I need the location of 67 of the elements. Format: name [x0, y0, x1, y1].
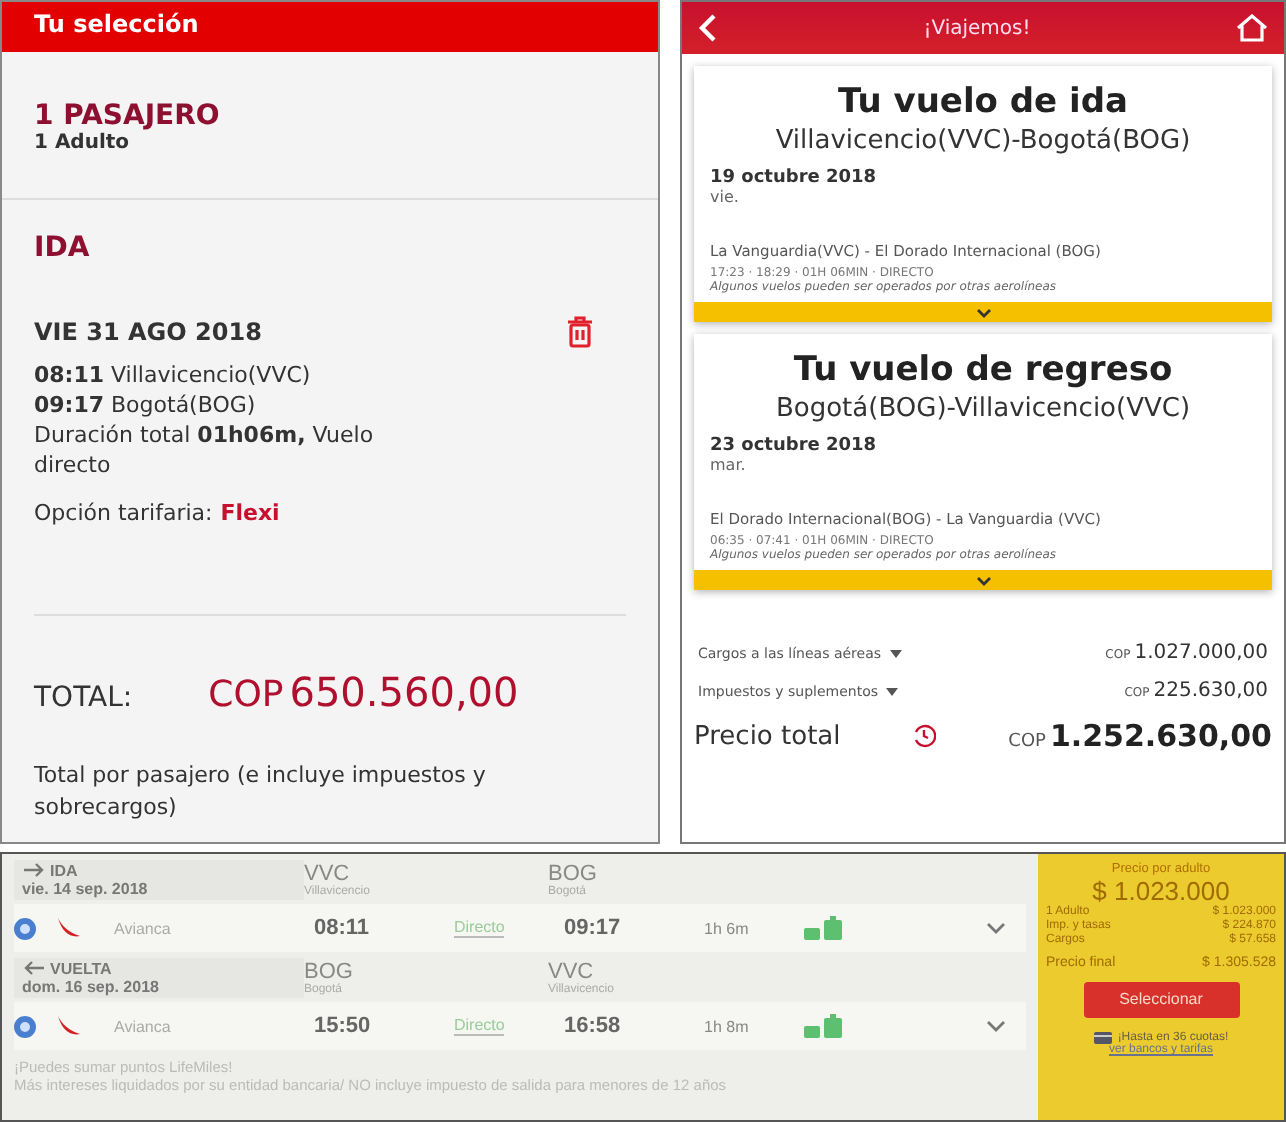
destination-code: BOG	[548, 861, 599, 885]
total-label: Precio total	[694, 721, 841, 751]
arrival-time: 16:58	[564, 1014, 623, 1038]
card-icon	[1093, 1032, 1112, 1044]
total-currency: COP	[1008, 732, 1046, 752]
total-currency: COP	[208, 674, 284, 716]
arrow-icon	[22, 960, 46, 976]
flight-date: 23 octubre 2018	[710, 436, 879, 456]
passenger-type: 1 Adulto	[34, 132, 132, 154]
weekday-text: mar.	[710, 456, 748, 474]
fare-value: Flexi	[220, 500, 280, 526]
total-note: Total por pasajero (e incluye impuestos y sobrecargos)	[34, 760, 488, 824]
radio-button[interactable]	[14, 917, 36, 939]
airline-logo-icon	[54, 916, 82, 940]
duration-text: 1h 8m	[704, 1017, 751, 1035]
flight-date: VIE 31 AGO 2018	[34, 318, 262, 346]
app-title: ¡Viajemos!	[923, 17, 1031, 39]
luggage-icon	[804, 1014, 848, 1038]
airline-logo-icon	[54, 1014, 82, 1038]
route-text: Bogotá(BOG)-Villavicencio(VVC)	[773, 394, 1193, 424]
stops-label: Directo	[454, 918, 505, 938]
chevron-down-icon	[975, 575, 991, 585]
back-icon[interactable]	[698, 14, 718, 42]
card-title: Tu vuelo de regreso	[791, 350, 1175, 390]
airline-name: Avianca	[114, 1017, 173, 1035]
flight-date: 19 octubre 2018	[710, 168, 879, 188]
total-amount: 650.560,00	[289, 668, 519, 716]
fare-label: Opción tarifaria:	[34, 500, 213, 526]
duration-text: Duración total 01h06m, Vuelo directo	[34, 420, 376, 480]
stops-label: Directo	[454, 1016, 505, 1036]
leg-direction: IDA	[50, 861, 78, 879]
clock-refresh-icon	[912, 724, 937, 748]
arrow-icon	[22, 862, 46, 878]
trash-icon[interactable]	[566, 316, 594, 348]
direction-label: IDA	[34, 232, 92, 264]
leg-date: dom. 16 sep. 2018	[22, 977, 161, 995]
arrival-time: 09:17	[564, 916, 623, 940]
destination-code: VVC	[548, 959, 596, 983]
route-text: Villavicencio(VVC)-Bogotá(BOG)	[773, 126, 1193, 156]
luggage-icon	[804, 916, 848, 940]
airline-name: Avianca	[114, 919, 173, 937]
caret-down-icon[interactable]	[886, 688, 898, 696]
chevron-down-icon[interactable]	[986, 1020, 1006, 1032]
leg-date: vie. 14 sep. 2018	[22, 879, 150, 897]
total-amount: 1.252.630,00	[1049, 718, 1272, 754]
passenger-count: 1 PASAJERO	[34, 100, 222, 132]
departure-time: 15:50	[314, 1014, 373, 1038]
total-label: TOTAL:	[34, 682, 133, 714]
card-title: Tu vuelo de ida	[836, 82, 1130, 122]
arrival-line: 09:17 Bogotá(BOG)	[34, 390, 258, 420]
caret-down-icon[interactable]	[889, 650, 902, 658]
charge-amount: 225.630,00	[1153, 680, 1268, 702]
origin-code: BOG	[304, 959, 355, 983]
duration-text: 1h 6m	[704, 919, 751, 937]
panel-header: Tu selección	[2, 2, 658, 52]
price-amount: $ 1.023.000	[1090, 876, 1230, 906]
radio-button[interactable]	[14, 1015, 36, 1037]
leg-direction: VUELTA	[50, 959, 112, 977]
chevron-down-icon	[975, 307, 991, 317]
chevron-down-icon[interactable]	[986, 922, 1006, 934]
charge-amount: 1.027.000,00	[1134, 642, 1268, 664]
departure-line: 08:11 Villavicencio(VVC)	[34, 360, 313, 390]
home-icon[interactable]	[1235, 14, 1268, 42]
weekday-text: vie.	[710, 188, 741, 206]
origin-code: VVC	[304, 861, 352, 885]
select-button[interactable]: Seleccionar	[1083, 982, 1239, 1018]
departure-time: 08:11	[314, 916, 372, 940]
